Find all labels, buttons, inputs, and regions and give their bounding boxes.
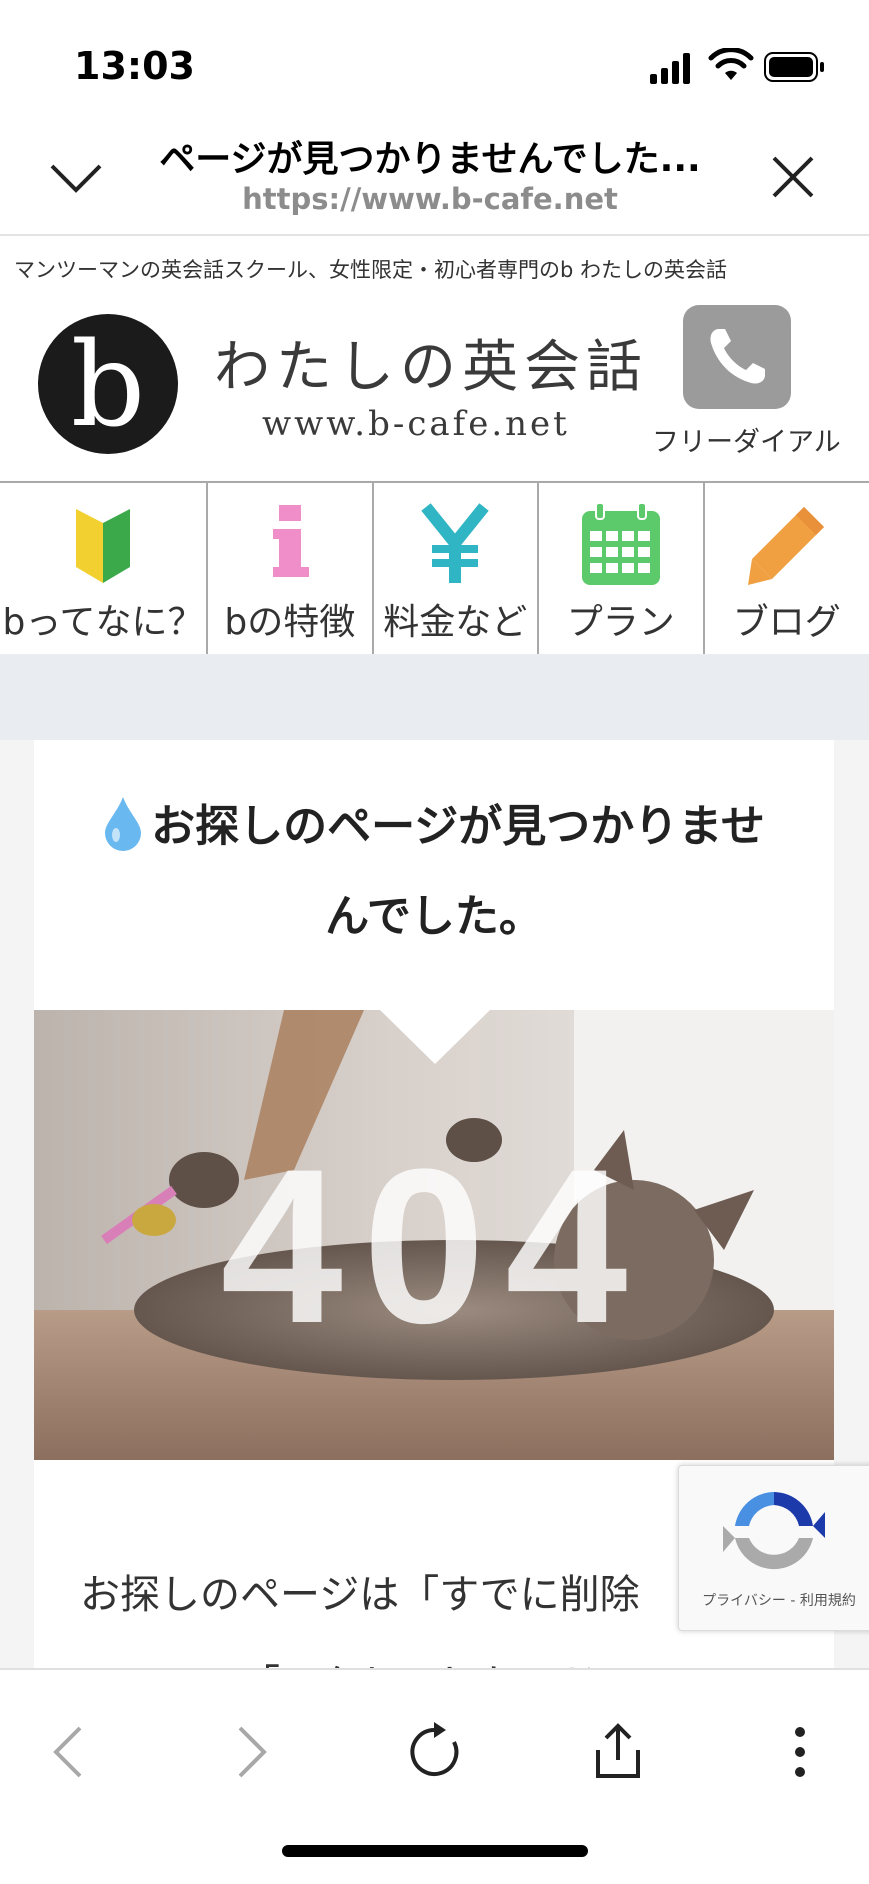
- info-icon: [272, 505, 309, 577]
- main-nav: bってなに？ bの特徴 料金など プラン ブログ: [0, 481, 869, 656]
- nav-label: 料金など: [383, 602, 528, 643]
- pencil-icon: [747, 507, 824, 585]
- logo-letter: b: [70, 318, 146, 453]
- recaptcha-badge[interactable]: プライバシー - 利用規約: [678, 1465, 869, 1631]
- beginner-mark-icon: [76, 509, 131, 583]
- site-name[interactable]: わたしの英会話: [214, 322, 648, 403]
- phone-icon: [710, 329, 765, 384]
- page-title: ページが見つかりませんでした...: [159, 139, 701, 180]
- error-heading: お探しのページが見つかりませ んでした。: [34, 782, 834, 962]
- site-tagline: マンツーマンの英会話スクール、女性限定・初心者専門のb わたしの英会話: [14, 258, 728, 282]
- pointer-notch: [380, 1010, 490, 1064]
- recaptcha-icon: [723, 1492, 825, 1570]
- nav-item-blog[interactable]: ブログ: [705, 483, 869, 654]
- page-url: https://www.b-cafe.net: [242, 182, 618, 216]
- wifi-icon: [708, 48, 754, 80]
- status-time: 13:03: [74, 44, 195, 88]
- nav-label: bってなに？: [2, 602, 204, 643]
- water-drop-icon: [105, 797, 142, 851]
- more-options-icon[interactable]: [770, 1722, 830, 1782]
- cellular-signal-icon: [650, 53, 690, 84]
- forward-arrow-icon[interactable]: [220, 1722, 280, 1782]
- heading-line-1: お探しのページが見つかりませ: [151, 801, 765, 852]
- browser-header: ページが見つかりませんでした... https://www.b-cafe.net: [0, 120, 869, 236]
- site-url: www.b-cafe.net: [262, 404, 570, 444]
- content-spacer: [0, 654, 869, 740]
- status-bar: 13:03: [0, 0, 869, 120]
- calendar-icon: [581, 502, 660, 585]
- reload-icon[interactable]: [404, 1722, 464, 1782]
- nav-item-features[interactable]: bの特徴: [208, 483, 374, 654]
- back-arrow-icon[interactable]: [40, 1722, 100, 1782]
- nav-label: bの特徴: [224, 602, 356, 643]
- 404-text: 404: [220, 1123, 648, 1369]
- nav-item-about[interactable]: bってなに？: [0, 483, 209, 654]
- recaptcha-links[interactable]: プライバシー - 利用規約: [679, 1590, 869, 1610]
- nav-label: ブログ: [732, 602, 841, 643]
- yen-icon: [421, 503, 489, 583]
- site-logo[interactable]: b: [38, 314, 178, 454]
- nav-item-plan[interactable]: プラン: [539, 483, 705, 654]
- free-dial-label[interactable]: フリーダイアル: [652, 420, 841, 459]
- home-indicator[interactable]: [282, 1845, 588, 1857]
- free-dial-button[interactable]: [683, 305, 791, 409]
- nav-item-pricing[interactable]: 料金など: [374, 483, 540, 654]
- heading-line-2: んでした。: [325, 891, 543, 942]
- nav-label: プラン: [566, 602, 675, 643]
- 404-cat-image: 404: [34, 1010, 834, 1460]
- battery-icon: [764, 52, 824, 82]
- share-icon[interactable]: [588, 1722, 648, 1782]
- close-icon[interactable]: [770, 154, 816, 200]
- chevron-down-icon[interactable]: [48, 158, 104, 198]
